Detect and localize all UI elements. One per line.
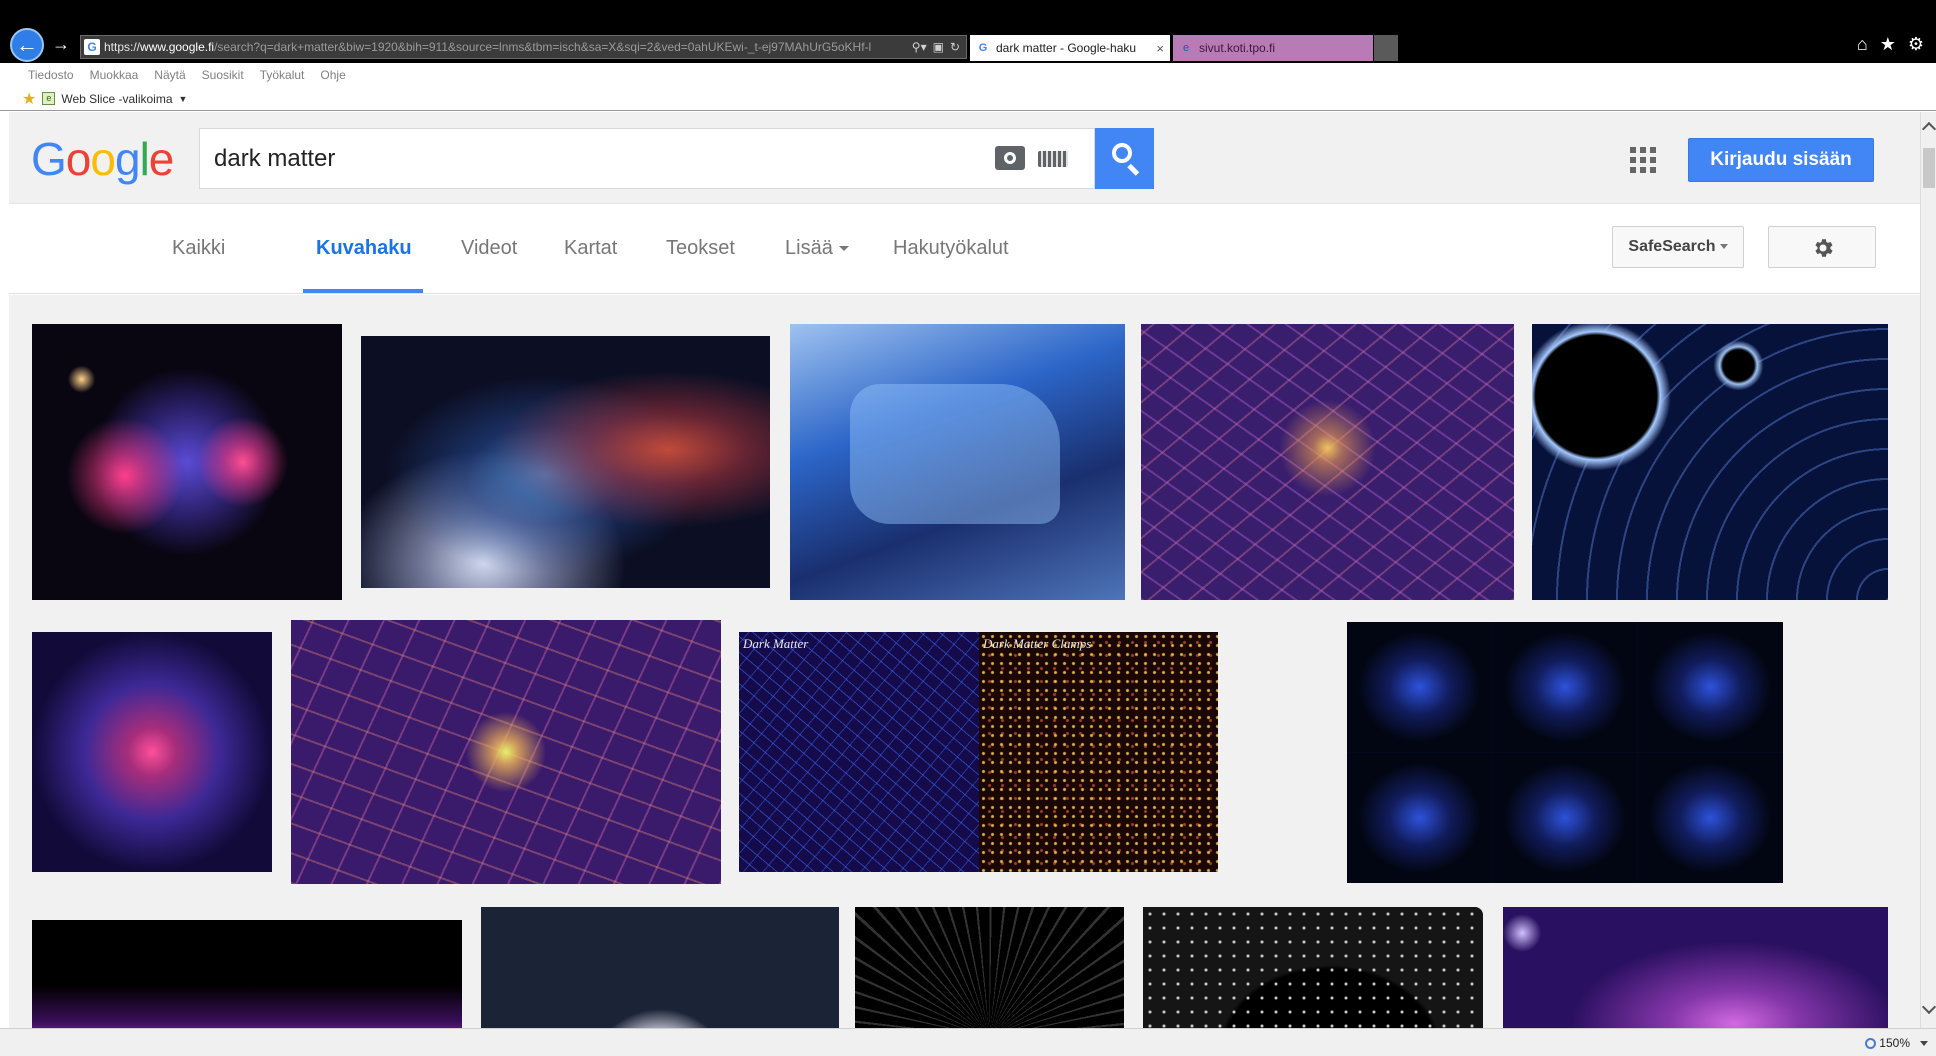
chevron-down-icon	[838, 246, 849, 252]
menu-item-edit[interactable]: Muokkaa	[90, 68, 139, 82]
image-result[interactable]	[1532, 324, 1888, 600]
safesearch-button[interactable]: SafeSearch	[1612, 226, 1744, 268]
tab-books[interactable]: Teokset	[666, 237, 735, 260]
image-caption: Dark Matter Clumps	[983, 636, 1092, 651]
search-box	[199, 128, 1095, 189]
image-result[interactable]	[481, 907, 839, 1028]
zoom-level: 150%	[1879, 1036, 1910, 1050]
camera-icon[interactable]	[995, 146, 1025, 170]
safesearch-label: SafeSearch	[1628, 238, 1716, 255]
home-icon[interactable]: ⌂	[1857, 34, 1868, 55]
logo-letter: e	[148, 133, 175, 185]
status-bar: 150%	[0, 1028, 1936, 1056]
search-dropdown-icon[interactable]: ⚲▾	[912, 40, 927, 54]
active-tab-indicator	[303, 289, 423, 293]
chevron-down-icon[interactable]: ▼	[179, 94, 188, 104]
keyboard-icon[interactable]	[1038, 151, 1068, 167]
image-result[interactable]	[1503, 907, 1888, 1028]
logo-letter: G	[31, 133, 67, 185]
scroll-thumb[interactable]	[1923, 148, 1935, 188]
url-path: /search?q=dark+matter&biw=1920&bih=911&s…	[214, 40, 872, 54]
zoom-indicator[interactable]: 150%	[1865, 1036, 1910, 1050]
scroll-up-icon[interactable]	[1921, 121, 1936, 137]
browser-tab-label: sivut.koti.tpo.fi	[1199, 41, 1276, 55]
vertical-scrollbar[interactable]	[1920, 112, 1936, 1028]
image-result[interactable]: Dark Matter Clumps	[979, 632, 1218, 872]
settings-button[interactable]	[1768, 226, 1876, 268]
sign-in-button[interactable]: Kirjaudu sisään	[1688, 138, 1874, 182]
search-type-nav: Kaikki Kuvahaku Videot Kartat Teokset Li…	[9, 205, 1920, 294]
close-tab-icon[interactable]: ×	[1156, 41, 1164, 56]
lock-icon[interactable]: ▣	[933, 40, 944, 54]
image-result[interactable]	[32, 920, 462, 1028]
tab-search-tools[interactable]: Hakutyökalut	[893, 237, 1009, 260]
browser-title-bar: ← → G https:// www.google.fi /search?q=d…	[0, 0, 1936, 63]
back-button[interactable]: ←	[10, 28, 44, 62]
browser-tab-label: dark matter - Google-haku	[996, 41, 1137, 55]
google-favicon-icon: G	[84, 39, 100, 55]
search-input[interactable]	[214, 129, 974, 188]
tab-all[interactable]: Kaikki	[172, 237, 225, 260]
menu-item-file[interactable]: Tiedosto	[28, 68, 74, 82]
image-results-grid: Dark Matter Dark Matter Clumps	[9, 295, 1920, 1028]
ie-favicon-icon: e	[1182, 42, 1190, 54]
logo-letter: o	[90, 133, 116, 185]
image-result[interactable]	[291, 620, 721, 884]
browser-tab-active[interactable]: G dark matter - Google-haku ×	[970, 35, 1170, 61]
address-bar-actions: ⚲▾ ▣ ↻	[906, 40, 966, 54]
favorites-bar: ★ e Web Slice -valikoima ▼	[0, 87, 1936, 111]
image-result[interactable]	[790, 324, 1125, 600]
favorites-star-icon[interactable]: ★	[1880, 34, 1896, 55]
google-header: Google Kirjaudu sisään	[9, 112, 1920, 204]
forward-button[interactable]: →	[52, 34, 70, 54]
tab-videos[interactable]: Videot	[461, 237, 517, 260]
search-button[interactable]	[1095, 128, 1154, 189]
image-result[interactable]: Dark Matter	[739, 632, 979, 872]
favorites-add-icon[interactable]: ★	[22, 89, 36, 109]
settings-gear-icon[interactable]: ⚙	[1908, 34, 1924, 55]
tab-more-label: Lisää	[785, 237, 833, 259]
menu-item-favorites[interactable]: Suosikit	[202, 68, 244, 82]
zoom-icon	[1865, 1037, 1877, 1049]
apps-grid-icon[interactable]	[1630, 147, 1656, 173]
url-scheme: https://	[104, 40, 141, 54]
menu-item-tools[interactable]: Työkalut	[260, 68, 305, 82]
chevron-down-icon	[1719, 244, 1728, 250]
image-caption: Dark Matter	[743, 636, 809, 651]
image-result[interactable]	[1347, 622, 1783, 883]
image-result[interactable]	[1141, 324, 1514, 600]
tab-images[interactable]: Kuvahaku	[316, 237, 412, 260]
menu-item-view[interactable]: Näytä	[154, 68, 185, 82]
arrow-left-icon: ←	[16, 32, 38, 57]
search-icon	[1112, 143, 1132, 163]
google-favicon-icon: G	[978, 42, 988, 54]
menu-bar: Tiedosto Muokkaa Näytä Suosikit Työkalut…	[0, 63, 1936, 87]
image-result[interactable]	[361, 336, 770, 588]
tab-maps[interactable]: Kartat	[564, 237, 617, 260]
refresh-icon[interactable]: ↻	[950, 40, 960, 54]
logo-letter: l	[139, 133, 150, 185]
tab-more[interactable]: Lisää	[785, 237, 849, 260]
address-bar[interactable]: G https:// www.google.fi /search?q=dark+…	[80, 35, 967, 59]
image-result[interactable]	[32, 324, 342, 600]
browser-tab[interactable]: e sivut.koti.tpo.fi	[1173, 35, 1373, 61]
image-result[interactable]	[855, 907, 1124, 1028]
web-slice-gallery-link[interactable]: Web Slice -valikoima	[61, 92, 172, 106]
new-tab-button[interactable]	[1374, 35, 1398, 61]
logo-letter: o	[65, 133, 92, 185]
arrow-right-icon: →	[52, 34, 70, 54]
image-result[interactable]	[32, 632, 272, 872]
google-logo[interactable]: Google	[31, 132, 175, 186]
browser-actions: ⌂ ★ ⚙	[1857, 34, 1924, 55]
scroll-down-icon[interactable]	[1921, 999, 1936, 1015]
web-slice-icon: e	[42, 92, 56, 105]
menu-item-help[interactable]: Ohje	[320, 68, 345, 82]
logo-letter: g	[114, 133, 141, 185]
gear-icon	[1815, 239, 1833, 257]
chevron-down-icon[interactable]	[1920, 1041, 1928, 1046]
url-domain: www.google.fi	[140, 40, 215, 54]
image-result[interactable]	[1143, 907, 1483, 1028]
